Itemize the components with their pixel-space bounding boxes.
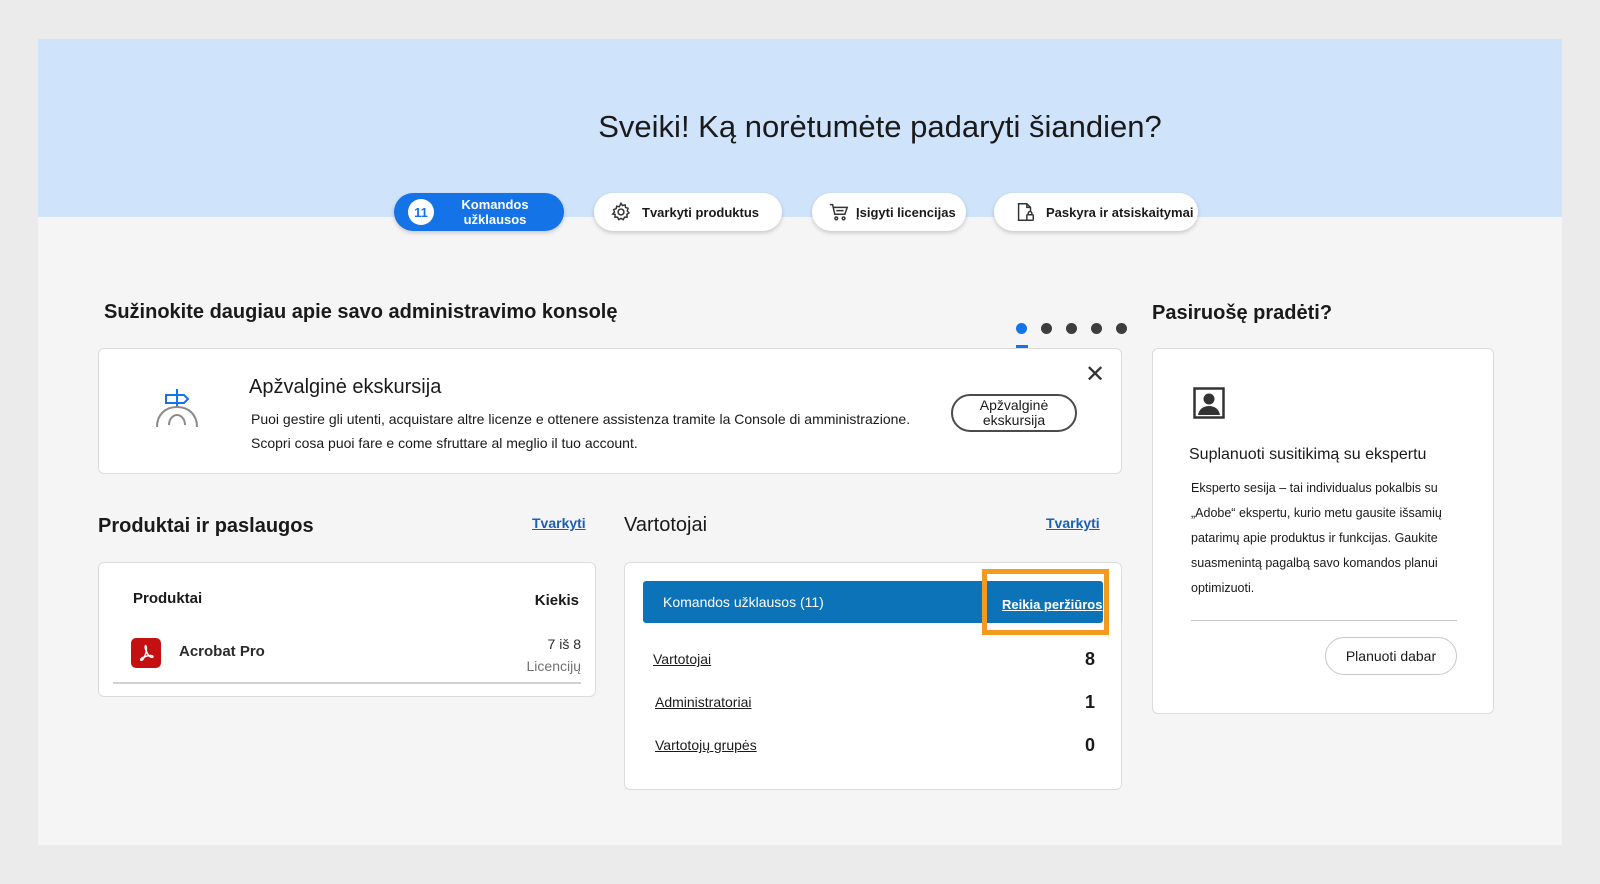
admin-console-frame: Sveiki! Ką norėtumėte padaryti šiandien?…	[38, 39, 1562, 845]
products-section-title: Produktai ir paslaugos	[98, 515, 314, 537]
manage-products-pill[interactable]: Tvarkyti produktus	[594, 193, 782, 231]
expert-card: Suplanuoti susitikimą su ekspertu Eksper…	[1152, 348, 1494, 714]
account-billing-label: Paskyra ir atsiskaitymai	[1046, 204, 1194, 220]
products-divider	[113, 682, 581, 684]
users-row-label[interactable]: Vartotojai	[653, 651, 711, 667]
tour-description: Puoi gestire gli utenti, acquistare altr…	[251, 411, 911, 451]
expert-person-icon	[1193, 387, 1225, 419]
acrobat-pro-icon	[131, 638, 161, 668]
learn-section-title: Sužinokite daugiau apie savo administrav…	[104, 301, 618, 323]
hero-banner: Sveiki! Ką norėtumėte padaryti šiandien?	[38, 39, 1562, 217]
manage-products-label: Tvarkyti produktus	[642, 204, 760, 220]
product-quantity: 7 iš 8 Licencijų	[526, 636, 581, 674]
admins-row-label[interactable]: Administratoriai	[655, 694, 751, 710]
products-column-header: Produktai	[133, 590, 203, 607]
hero-title: Sveiki! Ką norėtumėte padaryti šiandien?	[598, 109, 1162, 144]
requests-count-badge: 11	[408, 199, 434, 225]
ready-section-title: Pasiruošę pradėti?	[1152, 302, 1333, 324]
tour-card: Apžvalginė ekskursija Puoi gestire gli u…	[98, 348, 1122, 474]
expert-card-title: Suplanuoti susitikimą su ekspertu	[1189, 446, 1427, 463]
expert-card-divider	[1191, 620, 1457, 621]
carousel-dots	[1016, 323, 1127, 334]
cart-icon	[829, 203, 849, 221]
carousel-dot-3[interactable]	[1066, 323, 1077, 334]
close-icon[interactable]: ✕	[1085, 363, 1105, 387]
account-billing-pill[interactable]: Paskyra ir atsiskaitymai	[994, 193, 1198, 231]
buy-licenses-label: Įsigyti licencijas	[856, 204, 956, 220]
needs-review-highlight	[982, 569, 1109, 635]
users-manage-link[interactable]: Tvarkyti	[1046, 515, 1100, 531]
user-groups-row-label[interactable]: Vartotojų grupės	[655, 737, 757, 753]
product-name: Acrobat Pro	[179, 643, 265, 660]
carousel-dot-4[interactable]	[1091, 323, 1102, 334]
carousel-dot-1[interactable]	[1016, 323, 1027, 334]
signpost-icon	[156, 389, 198, 428]
products-manage-link[interactable]: Tvarkyti	[532, 515, 586, 531]
carousel-dot-5[interactable]	[1116, 323, 1127, 334]
buy-licenses-pill[interactable]: Įsigyti licencijas	[812, 193, 966, 231]
gear-icon	[611, 201, 631, 221]
admins-row-value: 1	[1084, 692, 1095, 712]
users-section-title: Vartotojai	[624, 514, 708, 536]
document-lock-icon	[1017, 203, 1034, 221]
users-row-value: 8	[1084, 649, 1095, 669]
team-requests-pill[interactable]: 11 Komandos užklausos	[394, 193, 564, 231]
users-card: Komandos užklausos (11) Reikia peržiūros…	[624, 562, 1122, 790]
tour-start-button[interactable]: Apžvalginė ekskursija	[951, 394, 1077, 432]
carousel-dot-2[interactable]	[1041, 323, 1052, 334]
team-requests-label: Komandos užklausos	[461, 197, 529, 227]
team-requests-bar-label: Komandos užklausos (11)	[663, 594, 824, 610]
schedule-now-button[interactable]: Planuoti dabar	[1325, 637, 1457, 675]
products-card: Produktai Kiekis Acrobat Pro 7 iš 8 Lice…	[98, 562, 596, 697]
quantity-column-header: Kiekis	[534, 592, 579, 609]
expert-card-text: Eksperto sesija – tai individualus pokal…	[1191, 481, 1442, 595]
user-groups-row-value: 0	[1084, 735, 1095, 755]
tour-title: Apžvalginė ekskursija	[249, 376, 442, 398]
